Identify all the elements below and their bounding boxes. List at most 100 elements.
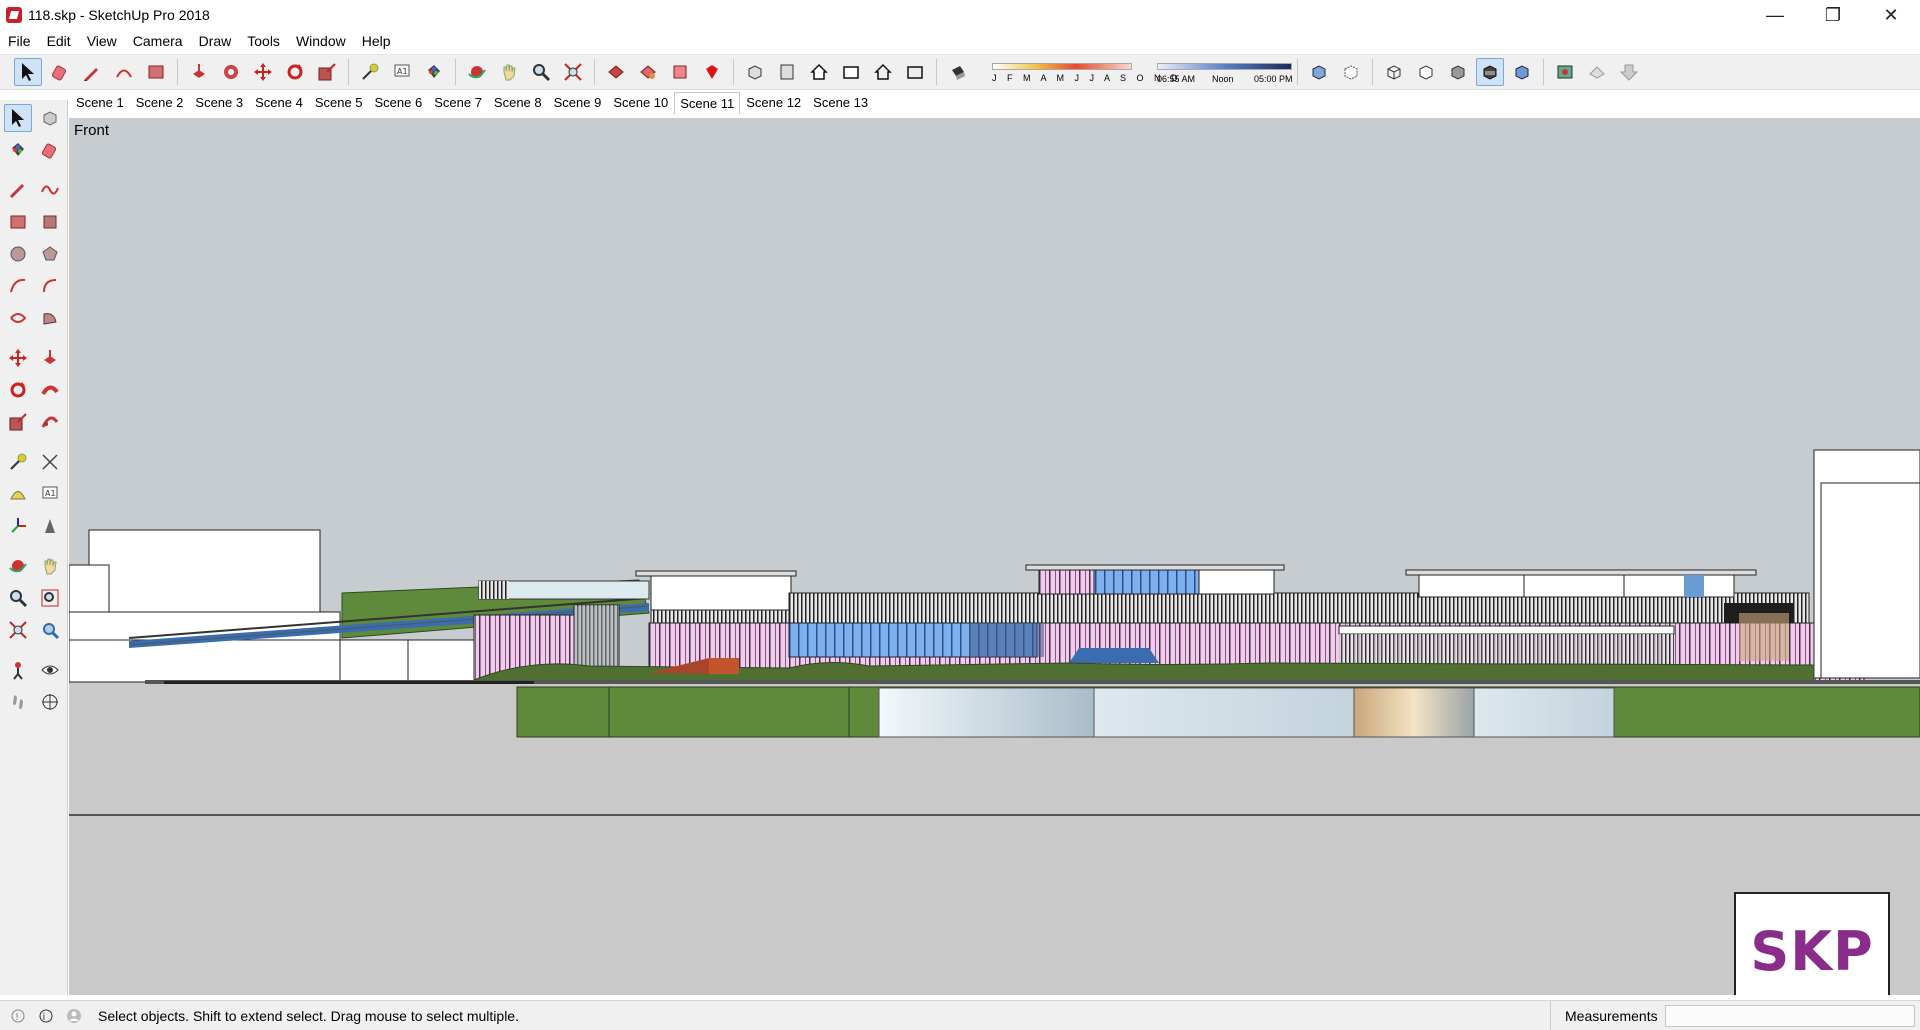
month-slider[interactable] <box>992 63 1132 70</box>
follow-me-tool-button[interactable] <box>36 376 64 404</box>
tape-measure-tool-button[interactable] <box>4 448 32 476</box>
shaded-button[interactable] <box>1444 58 1472 86</box>
hidden-line-button[interactable] <box>1412 58 1440 86</box>
arc-tool-button[interactable] <box>4 272 32 300</box>
pan-tool-button[interactable] <box>36 552 64 580</box>
pencil-tool-button[interactable] <box>78 58 106 86</box>
zoom-extents-tool-button[interactable] <box>559 58 587 86</box>
text-tool-button[interactable]: A1 <box>36 480 64 508</box>
menu-edit[interactable]: Edit <box>39 30 79 52</box>
eraser-tool-button[interactable] <box>46 58 74 86</box>
menu-camera[interactable]: Camera <box>125 30 191 52</box>
shadows-toggle-button[interactable] <box>944 58 972 86</box>
front-view-button[interactable] <box>805 58 833 86</box>
rectangle-tool-button[interactable] <box>142 58 170 86</box>
share-model-button[interactable] <box>634 58 662 86</box>
section-plane-button[interactable] <box>1551 58 1579 86</box>
credits-icon[interactable]: i <box>36 1006 56 1026</box>
tab-scene-7[interactable]: Scene 7 <box>428 92 488 114</box>
circle-tool-button[interactable] <box>4 240 32 268</box>
orbit-tool-button[interactable] <box>4 552 32 580</box>
tab-scene-2[interactable]: Scene 2 <box>130 92 190 114</box>
scale-tool-button[interactable] <box>4 408 32 436</box>
shaded-textures-button[interactable] <box>1476 58 1504 86</box>
section-fill-button[interactable] <box>1615 58 1643 86</box>
back-edges-button[interactable] <box>1337 58 1365 86</box>
axes-tool-button[interactable] <box>4 512 32 540</box>
minimize-button[interactable]: — <box>1746 0 1804 30</box>
rotated-rectangle-tool-button[interactable] <box>36 208 64 236</box>
polygon-tool-button[interactable] <box>36 240 64 268</box>
tape-measure-tool-button[interactable] <box>356 58 384 86</box>
eraser-tool-button[interactable] <box>36 136 64 164</box>
zoom-extents-tool-button[interactable] <box>4 616 32 644</box>
text-tool-button[interactable]: A1 <box>388 58 416 86</box>
pan-tool-button[interactable] <box>495 58 523 86</box>
menu-view[interactable]: View <box>79 30 125 52</box>
menu-draw[interactable]: Draw <box>191 30 240 52</box>
warehouse-button[interactable] <box>602 58 630 86</box>
tab-scene-13[interactable]: Scene 13 <box>807 92 874 114</box>
top-view-button[interactable] <box>773 58 801 86</box>
model-viewport[interactable]: Front SKP <box>69 118 1920 995</box>
menu-tools[interactable]: Tools <box>239 30 288 52</box>
account-icon[interactable] <box>64 1006 84 1026</box>
dimension-tool-button[interactable] <box>36 448 64 476</box>
push-pull-tool-button[interactable] <box>36 344 64 372</box>
menu-file[interactable]: File <box>0 30 39 52</box>
tab-scene-5[interactable]: Scene 5 <box>309 92 369 114</box>
rectangle-tool-button[interactable] <box>4 208 32 236</box>
three-point-arc-tool-button[interactable] <box>4 304 32 332</box>
close-button[interactable]: ✕ <box>1862 0 1920 30</box>
walk-tool-button[interactable] <box>4 688 32 716</box>
tab-scene-4[interactable]: Scene 4 <box>249 92 309 114</box>
pie-tool-button[interactable] <box>36 304 64 332</box>
measurements-input[interactable] <box>1665 1005 1915 1027</box>
iso-view-button[interactable] <box>741 58 769 86</box>
share-component-button[interactable] <box>666 58 694 86</box>
section-plane-tool-button[interactable] <box>36 688 64 716</box>
rotate-tool-button[interactable] <box>281 58 309 86</box>
previous-view-tool-button[interactable] <box>36 616 64 644</box>
tab-scene-3[interactable]: Scene 3 <box>189 92 249 114</box>
orbit-tool-button[interactable] <box>463 58 491 86</box>
tab-scene-10[interactable]: Scene 10 <box>607 92 674 114</box>
zoom-tool-button[interactable] <box>4 584 32 612</box>
tab-scene-1[interactable]: Scene 1 <box>70 92 130 114</box>
menu-help[interactable]: Help <box>354 30 399 52</box>
scale-tool-button[interactable] <box>313 58 341 86</box>
back-view-button[interactable] <box>869 58 897 86</box>
offset-tool-button[interactable] <box>36 408 64 436</box>
geo-location-icon[interactable]: ! <box>8 1006 28 1026</box>
follow-me-tool-button[interactable] <box>217 58 245 86</box>
make-component-button[interactable] <box>36 104 64 132</box>
push-pull-tool-button[interactable] <box>185 58 213 86</box>
tab-scene-9[interactable]: Scene 9 <box>548 92 608 114</box>
move-tool-button[interactable] <box>4 344 32 372</box>
move-tool-button[interactable] <box>249 58 277 86</box>
tab-scene-8[interactable]: Scene 8 <box>488 92 548 114</box>
paint-bucket-tool-button[interactable] <box>420 58 448 86</box>
line-tool-button[interactable] <box>4 176 32 204</box>
3d-text-tool-button[interactable] <box>36 512 64 540</box>
wireframe-button[interactable] <box>1380 58 1408 86</box>
protractor-tool-button[interactable] <box>4 480 32 508</box>
tab-scene-12[interactable]: Scene 12 <box>740 92 807 114</box>
right-view-button[interactable] <box>837 58 865 86</box>
arc-tool-button[interactable] <box>110 58 138 86</box>
tab-scene-6[interactable]: Scene 6 <box>369 92 429 114</box>
monochrome-button[interactable] <box>1508 58 1536 86</box>
menu-window[interactable]: Window <box>288 30 354 52</box>
look-around-tool-button[interactable] <box>36 656 64 684</box>
left-view-button[interactable] <box>901 58 929 86</box>
paint-bucket-tool-button[interactable] <box>4 136 32 164</box>
zoom-window-tool-button[interactable] <box>36 584 64 612</box>
extension-warehouse-button[interactable] <box>698 58 726 86</box>
select-tool-button[interactable] <box>4 104 32 132</box>
section-cuts-button[interactable] <box>1583 58 1611 86</box>
zoom-tool-button[interactable] <box>527 58 555 86</box>
xray-button[interactable] <box>1305 58 1333 86</box>
freehand-tool-button[interactable] <box>36 176 64 204</box>
tab-scene-11[interactable]: Scene 11 <box>674 92 741 114</box>
select-tool-button[interactable] <box>14 58 42 86</box>
